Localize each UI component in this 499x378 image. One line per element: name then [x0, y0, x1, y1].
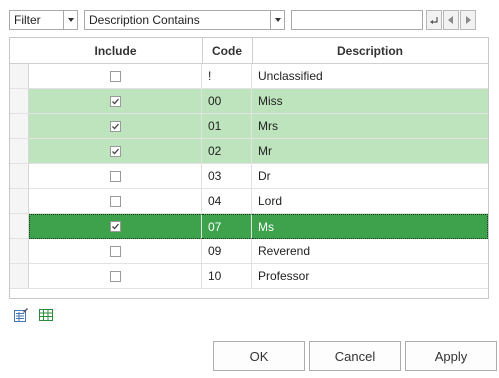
grid-header: Include Code Description [10, 38, 488, 64]
triangle-left-icon [448, 16, 453, 24]
chevron-down-icon[interactable] [63, 11, 77, 29]
include-checkbox[interactable] [109, 70, 121, 82]
grid-icon[interactable] [38, 307, 54, 323]
row-selector[interactable] [10, 64, 29, 89]
table-row[interactable]: 09 Reverend [10, 239, 488, 264]
include-checkbox[interactable] [109, 145, 121, 157]
chevron-down-icon[interactable] [270, 11, 284, 29]
include-checkbox[interactable] [109, 195, 121, 207]
include-cell[interactable] [29, 89, 202, 114]
return-to-first-button[interactable] [426, 10, 442, 30]
checkmark-icon [112, 223, 119, 230]
next-button[interactable] [460, 10, 476, 30]
code-cell[interactable]: 07 [202, 214, 252, 239]
titles-grid[interactable]: Include Code Description ! Unclassified … [9, 37, 489, 299]
table-row[interactable]: 00 Miss [10, 89, 488, 114]
table-row[interactable]: 02 Mr [10, 139, 488, 164]
table-row[interactable]: ! Unclassified [10, 64, 488, 89]
checkmark-icon [111, 148, 119, 155]
description-cell[interactable]: Lord [252, 189, 488, 214]
code-cell[interactable]: 00 [202, 89, 252, 114]
edit-list-icon[interactable] [13, 307, 29, 323]
table-row[interactable]: 10 Professor [10, 264, 488, 289]
include-cell[interactable] [29, 164, 202, 189]
code-cell[interactable]: 01 [202, 114, 252, 139]
table-row[interactable]: 07 Ms [10, 214, 488, 239]
code-cell[interactable]: ! [202, 64, 252, 89]
row-selector[interactable] [10, 239, 29, 264]
include-cell[interactable] [29, 114, 202, 139]
row-selector[interactable] [10, 139, 29, 164]
description-cell[interactable]: Dr [252, 164, 488, 189]
description-column-header[interactable]: Description [252, 38, 488, 63]
code-cell[interactable]: 03 [202, 164, 252, 189]
code-cell[interactable]: 02 [202, 139, 252, 164]
filter-condition-dropdown[interactable]: Description Contains [84, 10, 285, 30]
checkmark-icon [111, 98, 119, 105]
code-cell[interactable]: 09 [202, 239, 252, 264]
filter-search-input[interactable] [291, 10, 423, 30]
previous-button[interactable] [443, 10, 459, 30]
include-cell[interactable] [29, 214, 202, 239]
description-cell[interactable]: Ms [252, 214, 488, 239]
include-checkbox[interactable] [109, 270, 121, 282]
code-cell[interactable]: 04 [202, 189, 252, 214]
cancel-button[interactable]: Cancel [309, 341, 401, 371]
row-selector[interactable] [10, 264, 29, 289]
description-cell[interactable]: Miss [252, 89, 488, 114]
include-checkbox[interactable] [109, 170, 121, 182]
table-row[interactable]: 04 Lord [10, 189, 488, 214]
include-cell[interactable] [29, 239, 202, 264]
row-selector[interactable] [10, 189, 29, 214]
filter-mode-dropdown[interactable]: Filter [9, 10, 78, 30]
row-selector[interactable] [10, 114, 29, 139]
return-arrow-icon [430, 17, 438, 24]
triangle-right-icon [466, 16, 471, 24]
table-row[interactable]: 01 Mrs [10, 114, 488, 139]
include-checkbox[interactable] [109, 120, 121, 132]
filter-condition-value: Description Contains [89, 13, 200, 27]
include-checkbox[interactable] [109, 245, 121, 257]
include-cell[interactable] [29, 64, 202, 89]
include-cell[interactable] [29, 264, 202, 289]
include-cell[interactable] [29, 189, 202, 214]
row-selector[interactable] [10, 214, 29, 239]
include-cell[interactable] [29, 139, 202, 164]
include-checkbox[interactable] [109, 95, 121, 107]
include-column-header[interactable]: Include [29, 38, 202, 63]
apply-button[interactable]: Apply [405, 341, 497, 371]
description-cell[interactable]: Mrs [252, 114, 488, 139]
include-checkbox[interactable] [110, 221, 121, 232]
description-cell[interactable]: Professor [252, 264, 488, 289]
description-cell[interactable]: Mr [252, 139, 488, 164]
checkmark-icon [111, 123, 119, 130]
table-row[interactable]: 03 Dr [10, 164, 488, 189]
code-column-header[interactable]: Code [202, 38, 252, 63]
code-cell[interactable]: 10 [202, 264, 252, 289]
description-cell[interactable]: Unclassified [252, 64, 488, 89]
row-selector-header [10, 38, 29, 63]
row-selector[interactable] [10, 164, 29, 189]
description-cell[interactable]: Reverend [252, 239, 488, 264]
ok-button[interactable]: OK [213, 341, 305, 371]
filter-mode-value: Filter [14, 13, 41, 27]
row-selector[interactable] [10, 89, 29, 114]
